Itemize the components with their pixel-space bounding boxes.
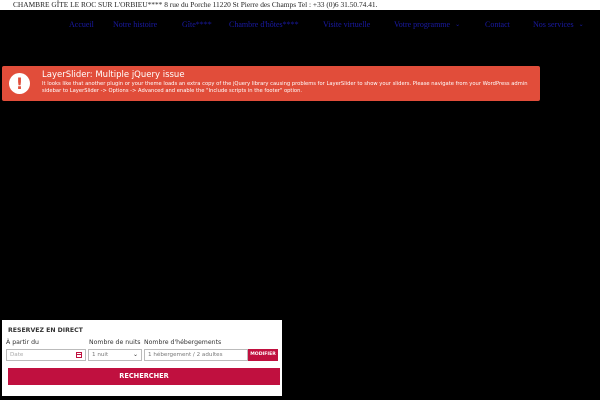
nav-item-votre-programme[interactable]: Votre programme ⌄ — [394, 20, 460, 31]
notice-title: LayerSlider: Multiple jQuery issue — [42, 70, 185, 80]
rooms-label: Nombre d'hébergements — [144, 339, 222, 346]
nav-item-label: Accueil — [69, 20, 94, 29]
nav-item-visite-virtuelle[interactable]: Visite virtuelle — [323, 20, 370, 30]
nights-value: 1 nuit — [92, 352, 109, 358]
nav-item-label: Votre programme — [394, 20, 451, 29]
nav-item-label: Visite virtuelle — [323, 20, 371, 29]
booking-widget: RESERVEZ EN DIRECT À partir du Nombre de… — [2, 320, 282, 396]
main-navigation: Accueil Notre histoire Gîte**** Chambre … — [0, 10, 600, 38]
date-field[interactable]: Date — [6, 349, 86, 361]
top-info-bar: CHAMBRE GÎTE LE ROC SUR L'ORBIEU**** 8 r… — [0, 0, 600, 10]
nav-item-contact[interactable]: Contact — [485, 20, 510, 30]
chevron-down-icon: ⌄ — [578, 22, 584, 28]
date-label: À partir du — [6, 339, 39, 346]
calendar-icon[interactable] — [76, 352, 82, 358]
chevron-down-icon: ⌄ — [132, 351, 138, 358]
date-placeholder: Date — [10, 352, 24, 358]
nav-item-notre-histoire[interactable]: Notre histoire — [113, 20, 157, 30]
exclamation-icon: ! — [9, 73, 30, 94]
nav-item-label: Gîte**** — [182, 20, 212, 29]
nav-item-label: Contact — [485, 20, 510, 29]
nights-select[interactable]: 1 nuit ⌄ — [88, 349, 142, 361]
nav-item-accueil[interactable]: Accueil — [69, 20, 94, 30]
booking-title: RESERVEZ EN DIRECT — [8, 327, 83, 334]
notice-message: It looks like that another plugin or you… — [42, 81, 528, 94]
rooms-value: 1 hébergement / 2 adultes — [148, 352, 223, 358]
rooms-field[interactable]: 1 hébergement / 2 adultes — [144, 349, 248, 361]
nav-item-label: Chambre d'hôtes**** — [229, 20, 299, 29]
site-contact-info: CHAMBRE GÎTE LE ROC SUR L'ORBIEU**** 8 r… — [13, 0, 378, 9]
nav-item-gite[interactable]: Gîte**** — [182, 20, 212, 30]
chevron-down-icon: ⌄ — [455, 22, 461, 28]
nav-item-nos-services[interactable]: Nos services ⌄ — [533, 20, 584, 31]
nights-label: Nombre de nuits — [89, 339, 141, 346]
nav-item-label: Nos services — [533, 20, 574, 29]
nav-item-chambre-hotes[interactable]: Chambre d'hôtes**** — [229, 20, 299, 30]
nav-item-label: Notre histoire — [113, 20, 158, 29]
search-button[interactable]: RECHERCHER — [8, 368, 280, 385]
modify-button[interactable]: MODIFIER — [248, 349, 278, 361]
layerslider-error-notice: ! LayerSlider: Multiple jQuery issue It … — [2, 66, 540, 101]
